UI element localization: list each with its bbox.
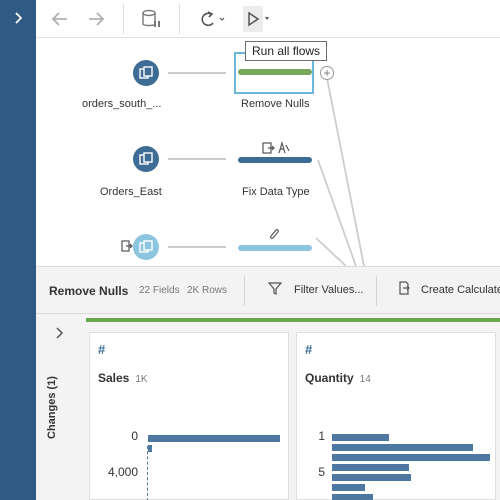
field-name: Quantity 14 (305, 371, 371, 385)
profile-header: Remove Nulls 22 Fields 2K Rows Filter Va… (36, 266, 500, 314)
flow-canvas[interactable]: orders_south_... + Remove Nulls Orders_E… (36, 38, 500, 266)
tick-label: 4,000 (107, 465, 138, 479)
app-window: orders_south_... + Remove Nulls Orders_E… (0, 0, 500, 500)
step-label: Fix Data Type (242, 186, 310, 198)
histogram-bar[interactable] (332, 454, 490, 461)
header-divider (244, 276, 245, 306)
field-card-sales[interactable]: # Sales 1K 0 4,000 (89, 332, 289, 500)
histogram-bar[interactable] (332, 444, 473, 451)
database-pause-icon[interactable] (139, 7, 163, 31)
toolbar-divider (179, 4, 180, 34)
number-type-icon: # (98, 342, 106, 357)
input-node-orders-south[interactable] (133, 60, 159, 86)
tick-label: 5 (318, 465, 325, 479)
row-count: 2K Rows (187, 285, 228, 296)
tick-label: 1 (318, 429, 325, 443)
number-type-icon: # (305, 342, 313, 357)
connector-line (168, 158, 226, 160)
step-label: Remove Nulls (241, 98, 310, 110)
filter-icon[interactable] (267, 281, 283, 298)
input-node-label: orders_south_... (82, 98, 162, 110)
histogram-bar[interactable] (332, 474, 411, 481)
filter-values-button[interactable]: Filter Values... (294, 284, 364, 296)
left-sidebar (0, 0, 36, 500)
step-type-icons (262, 140, 292, 158)
histogram-bar[interactable] (332, 434, 389, 441)
run-icon[interactable] (243, 7, 277, 31)
histogram-bar[interactable] (332, 484, 365, 491)
create-calculated-icon[interactable] (397, 281, 411, 298)
input-node-label: Orders_East (100, 186, 162, 198)
step-fix-data-type-bar[interactable] (238, 157, 312, 163)
histogram-bar[interactable] (332, 464, 409, 471)
step-remove-nulls-bar[interactable] (238, 69, 312, 75)
histogram-bar[interactable] (148, 435, 280, 442)
paperclip-icon (268, 227, 280, 244)
add-step-icon[interactable]: + (320, 66, 334, 80)
connector-line (168, 246, 226, 248)
histogram-bar[interactable] (148, 445, 152, 452)
run-all-flows-tooltip: Run all flows (245, 41, 328, 61)
field-name: Sales 1K (98, 371, 148, 385)
input-node-orders-east[interactable] (133, 146, 159, 172)
expand-sidebar-icon[interactable] (10, 10, 26, 26)
distinct-count: 1K (135, 374, 148, 385)
field-count: 22 Fields (139, 285, 180, 296)
toolbar (36, 0, 500, 38)
input-node-loading[interactable] (133, 234, 159, 260)
toolbar-divider (123, 4, 124, 34)
step-title: Remove Nulls (49, 284, 129, 298)
step-bar[interactable] (238, 245, 312, 251)
changes-label: Changes (1) (46, 376, 58, 439)
field-card-quantity[interactable]: # Quantity 14 1 5 (296, 332, 496, 500)
selected-step-color-band (86, 318, 500, 322)
tick-label: 0 (131, 429, 138, 443)
header-divider (376, 276, 377, 306)
histogram-bar[interactable] (332, 494, 373, 500)
distinct-count: 14 (359, 374, 371, 385)
back-icon[interactable] (48, 7, 72, 31)
profile-pane: Changes (1) # Sales 1K 0 4,000 # Quantity… (36, 314, 500, 500)
refresh-icon[interactable] (194, 7, 228, 31)
axis-line (147, 446, 148, 500)
expand-changes-icon[interactable] (55, 326, 65, 342)
forward-icon[interactable] (84, 7, 108, 31)
changes-panel[interactable]: Changes (1) (36, 314, 86, 500)
create-calculated-button[interactable]: Create Calculated (421, 284, 500, 296)
connector-line (168, 72, 226, 74)
file-import-icon (121, 240, 133, 255)
